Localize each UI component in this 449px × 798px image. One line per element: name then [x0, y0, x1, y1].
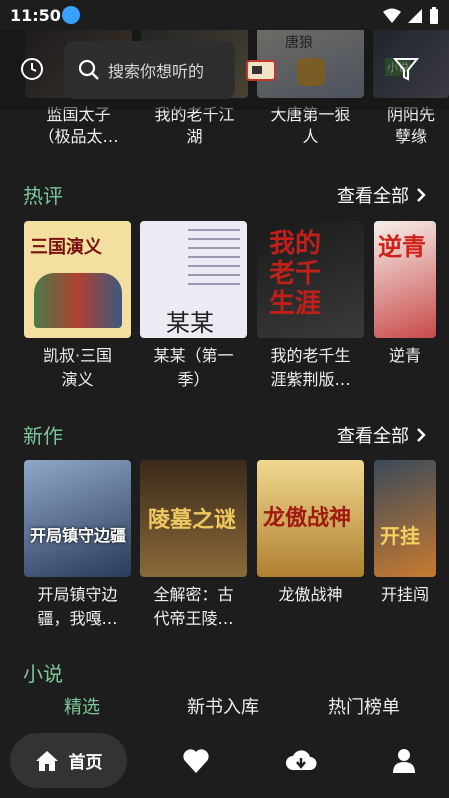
book-card[interactable]: 三国演义 凯叔·三国 演义	[24, 221, 131, 392]
book-title[interactable]: 监国太子 （极品太…	[25, 104, 132, 148]
history-icon[interactable]	[20, 57, 44, 81]
book-card[interactable]: 某某 某某（第一 季）	[140, 221, 247, 392]
book-title: 开挂闯	[380, 585, 429, 604]
status-time: 11:50	[10, 6, 61, 25]
book-title[interactable]: 阴阳先 孽缘	[373, 104, 449, 148]
book-cover: 某某	[140, 221, 247, 338]
book-cover: 开挂	[374, 460, 436, 577]
book-cover: 龙傲战神	[257, 460, 364, 577]
book-title: 全解密：古 代帝王陵…	[153, 585, 234, 628]
book-card[interactable]: 逆青 逆青	[374, 221, 436, 368]
bottom-nav: 首页	[0, 728, 449, 798]
cover-text: 陵墓之谜	[148, 507, 237, 533]
download-notification-icon	[62, 6, 80, 24]
section-title-novel: 小说	[23, 662, 63, 686]
see-all-label: 查看全部	[337, 426, 409, 447]
heart-icon[interactable]	[182, 748, 210, 774]
profile-icon[interactable]	[392, 748, 416, 774]
search-placeholder: 搜索你想听的	[108, 62, 205, 81]
hot-reviews-see-all-button[interactable]: 查看全部	[337, 182, 427, 208]
tab-featured[interactable]: 精选	[64, 693, 100, 719]
cover-text: 逆青	[378, 233, 426, 261]
filter-icon[interactable]	[393, 56, 419, 82]
cover-text: 三国演义	[30, 237, 102, 258]
wifi-icon	[383, 8, 401, 23]
book-cover: 逆青	[374, 221, 436, 338]
book-cover: 陵墓之谜	[140, 460, 247, 577]
tab-new-books[interactable]: 新书入库	[187, 693, 259, 719]
see-all-label: 查看全部	[337, 186, 409, 207]
status-icons	[383, 7, 439, 25]
book-cover: 开局镇守边疆	[24, 460, 131, 577]
battery-icon	[430, 7, 438, 24]
book-title: 我的老千生 涯紫荆版…	[270, 346, 351, 389]
cover-text: 开局镇守边疆	[30, 526, 127, 545]
section-title-hot-reviews: 热评	[23, 184, 63, 208]
search-icon	[78, 59, 99, 80]
book-title[interactable]: 大唐第一狠 人	[257, 104, 364, 148]
tv-icon[interactable]	[246, 58, 276, 82]
book-card[interactable]: 我的老千生涯 我的老千生 涯紫荆版…	[257, 221, 364, 392]
book-card[interactable]: 开挂 开挂闯	[374, 460, 436, 607]
book-title: 龙傲战神	[278, 585, 343, 604]
book-card[interactable]: 开局镇守边疆 开局镇守边 疆，我嘎…	[24, 460, 131, 631]
nav-home-label: 首页	[68, 753, 103, 773]
book-title[interactable]: 我的老千江 湖	[141, 104, 248, 148]
book-title: 逆青	[388, 346, 421, 365]
novel-tabs: 精选 新书入库 热门榜单	[0, 693, 449, 723]
home-icon	[35, 750, 58, 771]
status-bar: 11:50	[0, 0, 449, 30]
new-works-see-all-button[interactable]: 查看全部	[337, 422, 427, 448]
chevron-right-icon	[417, 428, 426, 442]
book-card[interactable]: 龙傲战神 龙傲战神	[257, 460, 364, 607]
book-cover: 三国演义	[24, 221, 131, 338]
book-card[interactable]: 陵墓之谜 全解密：古 代帝王陵…	[140, 460, 247, 631]
cloud-download-icon[interactable]	[285, 748, 317, 774]
cover-decoration	[188, 229, 240, 289]
book-title: 某某（第一 季）	[153, 346, 234, 389]
book-title: 凯叔·三国 演义	[42, 346, 113, 389]
cover-text: 龙傲战神	[263, 505, 352, 531]
cover-text: 我的老千生涯	[269, 229, 322, 319]
book-title: 开局镇守边 疆，我嘎…	[37, 585, 118, 628]
book-cover: 我的老千生涯	[257, 221, 364, 338]
cover-text: 某某	[166, 309, 214, 337]
search-box[interactable]: 搜索你想听的	[64, 41, 235, 99]
signal-icon	[408, 9, 422, 23]
tab-hot-rankings[interactable]: 热门榜单	[328, 693, 400, 719]
nav-home-button[interactable]: 首页	[10, 733, 127, 788]
cover-illustration	[34, 273, 122, 328]
section-title-new-works: 新作	[23, 424, 63, 448]
cover-text: 开挂	[380, 524, 420, 548]
chevron-right-icon	[417, 188, 426, 202]
